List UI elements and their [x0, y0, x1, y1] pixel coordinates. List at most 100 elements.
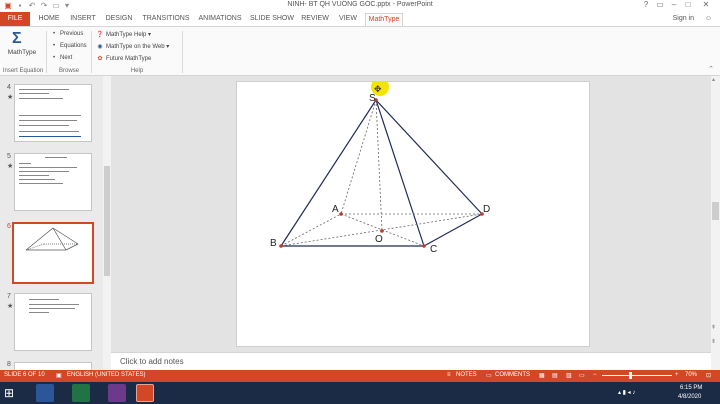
tab-animations[interactable]: ANIMATIONS	[196, 14, 244, 26]
move-cursor-icon: ✥	[374, 84, 382, 94]
future-icon: ✿	[97, 56, 103, 62]
zoom-level[interactable]: 70%	[685, 372, 697, 378]
notes-pane[interactable]: Click to add notes	[111, 352, 711, 370]
pyramid-diagram: S A B C D O ✥	[270, 82, 490, 255]
equations-button[interactable]: • Equations	[50, 43, 87, 49]
edge-so	[375, 99, 383, 232]
next-label: Next	[60, 55, 73, 61]
slide-thumbnail-5[interactable]	[14, 153, 92, 211]
previous-button[interactable]: • Previous	[50, 31, 83, 37]
scroll-up-icon[interactable]: ▴	[712, 76, 715, 83]
dropdown-icon: ▾	[148, 32, 152, 38]
winrar-icon[interactable]	[108, 384, 126, 402]
equations-icon: •	[52, 43, 56, 49]
tab-design[interactable]: DESIGN	[104, 14, 134, 26]
sign-in-link[interactable]: Sign in	[673, 15, 694, 22]
mathtype-web-button[interactable]: ◉ MathType on the Web ▾	[96, 43, 169, 50]
slide-thumbnail-7[interactable]	[14, 293, 92, 351]
close-icon[interactable]: ✕	[700, 0, 712, 9]
word-icon[interactable]	[36, 384, 54, 402]
next-button[interactable]: • Next	[50, 55, 72, 61]
tab-mathtype[interactable]: MathType	[365, 13, 403, 26]
zoom-in-icon[interactable]: +	[675, 372, 679, 378]
help-icon[interactable]: ?	[640, 0, 652, 9]
zoom-slider[interactable]	[602, 375, 672, 376]
excel-icon[interactable]	[72, 384, 90, 402]
sigma-icon: Σ	[12, 30, 22, 47]
label-c: C	[430, 244, 437, 255]
dropdown-icon: ▾	[166, 44, 170, 50]
comments-button[interactable]: COMMENTS	[495, 372, 530, 378]
zoom-slider-handle[interactable]	[629, 372, 632, 379]
slide-number: 5	[7, 153, 11, 160]
ribbon-separator	[182, 31, 183, 73]
group-insert-equation: Insert Equation	[2, 68, 44, 74]
previous-icon: •	[52, 31, 56, 37]
edge-sd	[375, 99, 483, 215]
tab-insert[interactable]: INSERT	[68, 14, 98, 26]
scrollbar-thumb[interactable]	[104, 166, 110, 276]
powerpoint-icon[interactable]	[136, 384, 154, 402]
tab-file[interactable]: FILE	[0, 12, 30, 26]
mathtype-web-label: MathType on the Web	[106, 44, 165, 50]
slide-number: 6	[7, 223, 11, 230]
future-mathtype-button[interactable]: ✿ Future MathType	[96, 55, 151, 62]
collapse-ribbon-icon[interactable]: ⌃	[708, 65, 714, 73]
ribbon-separator	[91, 31, 92, 73]
tab-slide-show[interactable]: SLIDE SHOW	[250, 14, 294, 26]
label-b: B	[270, 238, 277, 249]
tab-view[interactable]: VIEW	[336, 14, 360, 26]
normal-view-icon[interactable]: ▦	[539, 372, 545, 379]
scrollbar-thumb[interactable]	[712, 202, 719, 220]
equations-label: Equations	[60, 43, 87, 49]
ribbon-options-icon[interactable]: ▭	[654, 0, 666, 9]
minimize-icon[interactable]: –	[668, 0, 680, 9]
tab-transitions[interactable]: TRANSITIONS	[140, 14, 192, 26]
tab-home[interactable]: HOME	[36, 14, 62, 26]
slide-scrollbar[interactable]: ▴ ⇞ ⇟	[711, 76, 720, 370]
status-bar: SLIDE 6 OF 10 ▣ ENGLISH (UNITED STATES) …	[0, 370, 720, 382]
future-mathtype-label: Future MathType	[106, 56, 152, 62]
current-slide[interactable]: S A B C D O ✥	[236, 81, 590, 347]
start-icon[interactable]: ⊞	[4, 386, 14, 400]
point-o	[380, 229, 384, 233]
language-indicator[interactable]: ENGLISH (UNITED STATES)	[67, 372, 145, 378]
slide-thumbnail-6[interactable]	[12, 222, 94, 284]
previous-label: Previous	[60, 31, 84, 37]
prev-slide-icon[interactable]: ⇞	[711, 324, 716, 331]
clock-time[interactable]: 6:15 PM	[680, 385, 702, 391]
tray-icons[interactable]: ▴ ▮ ◂ ♪	[618, 389, 635, 396]
point-c	[422, 244, 426, 248]
edge-sb	[280, 99, 377, 247]
next-icon: •	[52, 55, 56, 61]
notes-button[interactable]: NOTES	[456, 372, 477, 378]
slide-number: 4	[7, 84, 11, 91]
edge-sa	[340, 99, 377, 215]
thumbnail-scrollbar[interactable]	[103, 76, 111, 370]
next-slide-icon[interactable]: ⇟	[711, 338, 716, 345]
mathtype-help-button[interactable]: ❓ MathType Help ▾	[96, 31, 151, 38]
label-a: A	[332, 204, 339, 215]
edge-ba	[280, 213, 342, 247]
slide-thumbnail-4[interactable]	[14, 84, 92, 142]
slide-number: 8	[7, 361, 11, 368]
slide-sorter-icon[interactable]: ▤	[552, 372, 558, 379]
user-icon[interactable]: ☺	[705, 15, 712, 22]
ribbon-tabs: FILE HOME INSERT DESIGN TRANSITIONS ANIM…	[0, 12, 720, 26]
point-a	[339, 212, 343, 216]
maximize-icon[interactable]: □	[682, 0, 694, 9]
fit-slide-icon[interactable]: ⊡	[706, 372, 711, 379]
comments-icon[interactable]: ▭	[486, 372, 492, 379]
notes-icon[interactable]: ≡	[447, 372, 451, 378]
clock-date[interactable]: 4/8/2020	[678, 394, 701, 400]
reading-view-icon[interactable]: ▥	[566, 372, 572, 379]
group-help: Help	[130, 68, 144, 74]
slideshow-view-icon[interactable]: ▭	[579, 372, 585, 379]
ribbon: Σ MathType Insert Equation • Previous • Eq…	[0, 26, 720, 76]
edge-cd	[423, 213, 483, 247]
zoom-out-icon[interactable]: −	[593, 372, 597, 378]
tab-review[interactable]: REVIEW	[300, 14, 330, 26]
point-b	[279, 244, 283, 248]
pyramid-thumbnail-icon	[25, 227, 79, 251]
proofing-icon[interactable]: ▣	[56, 372, 62, 379]
